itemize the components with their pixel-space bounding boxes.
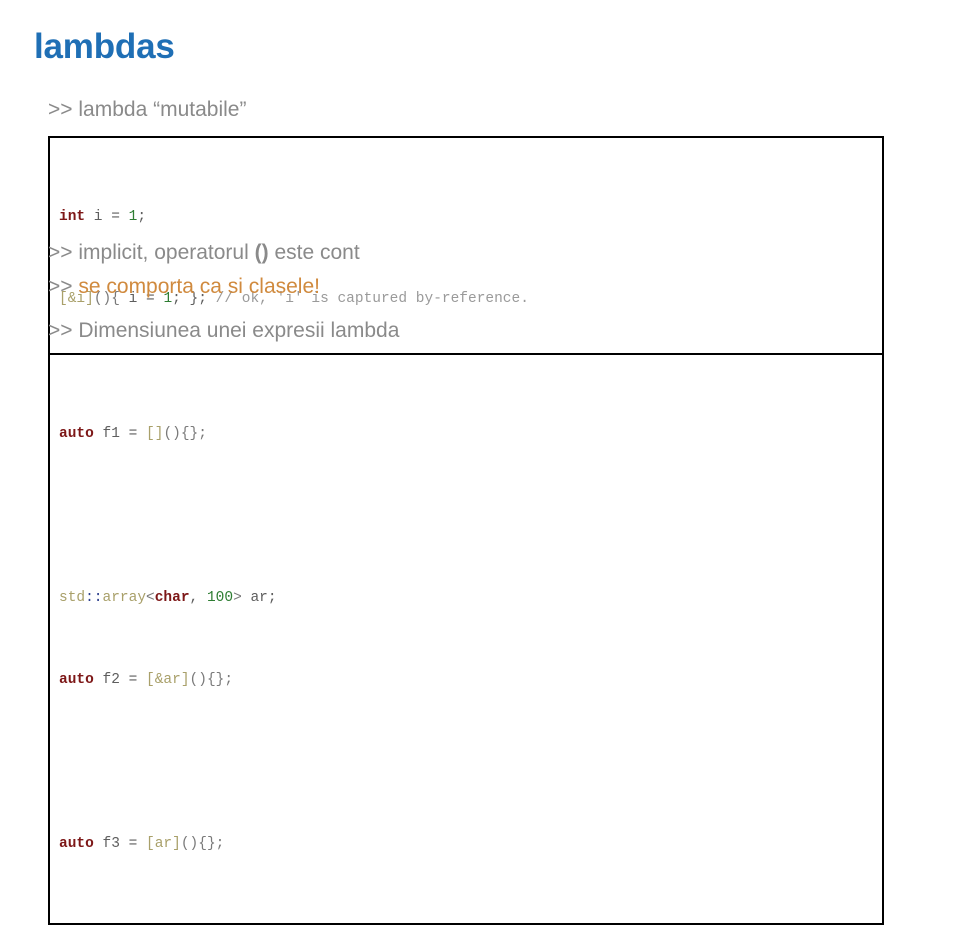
code-line-3: std::array<char, 100> ar;	[59, 588, 882, 609]
token-namespace-std: std	[59, 589, 86, 606]
token-comma: ,	[189, 589, 207, 606]
bullet-text-before: implicit, operatorul	[78, 241, 255, 264]
token-keyword-int: int	[59, 208, 86, 225]
token-parens: (){};	[189, 671, 234, 688]
bullet-se-comporta-ca-si-clasele: >> se comporta ca si clasele!	[48, 274, 320, 300]
bullet-implicit-operator: >> implicit, operatorul () este cont	[48, 240, 360, 266]
bullet-text: Dimensiunea unei expresii lambda	[78, 319, 400, 342]
token-ident: f2 =	[93, 671, 147, 688]
token-parens: (){};	[180, 835, 225, 852]
token-semicolon: ;	[137, 208, 147, 225]
page-title: lambdas	[34, 27, 175, 66]
token-keyword-auto: auto	[59, 425, 94, 442]
token-keyword-auto: auto	[59, 835, 94, 852]
slide-root: lambdas >> lambda “mutabile” int i = 1; …	[0, 0, 960, 925]
bullet-text-highlight: se comporta ca si clasele!	[78, 275, 320, 298]
code-line-6: auto f3 = [ar](){};	[59, 834, 882, 855]
token-angle-open: <	[146, 589, 155, 606]
token-parens: (){};	[163, 425, 207, 442]
code-line-1: auto f1 = [](){};	[59, 424, 882, 445]
bullet-marker: >>	[48, 275, 73, 298]
code-line-1: int i = 1;	[59, 207, 882, 228]
bullet-marker: >>	[48, 98, 73, 121]
bullet-lambda-mutabile: >> lambda “mutabile”	[48, 97, 246, 123]
code-line-4: auto f2 = [&ar](){};	[59, 670, 882, 691]
token-ident: f1 =	[93, 425, 147, 442]
token-ident: f3 =	[93, 835, 147, 852]
token-capture-list: []	[146, 425, 164, 442]
token-ident: i =	[85, 208, 129, 225]
token-angle-close: >	[233, 589, 242, 606]
bullet-marker: >>	[48, 241, 73, 264]
code-block-lambda-size: auto f1 = [](){}; std::array<char, 100> …	[48, 353, 884, 925]
token-number: 100	[206, 589, 234, 606]
token-scope-operator: ::	[85, 589, 103, 606]
bullet-text: lambda “mutabile”	[78, 98, 247, 121]
token-keyword-auto: auto	[59, 671, 94, 688]
bullet-marker: >>	[48, 319, 73, 342]
token-template-array: array	[102, 589, 147, 606]
bullet-emphasis-operator: ()	[254, 241, 269, 264]
bullet-dimensiunea-expresii-lambda: >> Dimensiunea unei expresii lambda	[48, 318, 399, 344]
bullet-text-after: este cont	[268, 241, 360, 264]
token-capture-list: [ar]	[146, 835, 181, 852]
token-capture-list: [&ar]	[146, 671, 190, 688]
token-keyword-char: char	[154, 589, 190, 606]
token-ident: ar;	[241, 589, 277, 606]
